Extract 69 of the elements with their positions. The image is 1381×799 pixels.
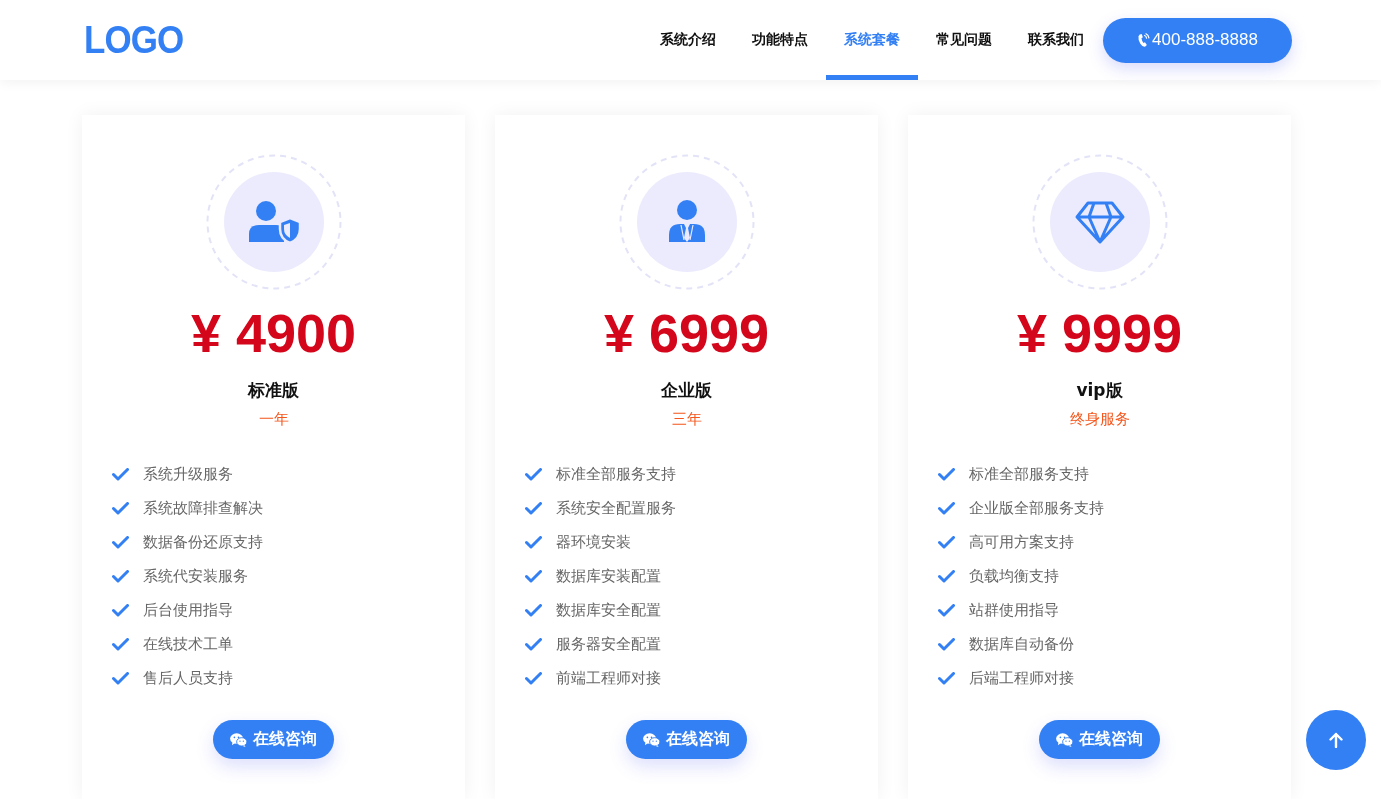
feature-text: 标准全部服务支持 — [556, 464, 676, 484]
feature-text: 站群使用指导 — [969, 600, 1059, 620]
plan-price: ¥ 6999 — [603, 303, 770, 363]
check-icon — [938, 535, 955, 549]
check-icon — [112, 603, 129, 617]
check-icon — [525, 603, 542, 617]
feature-text: 数据备份还原支持 — [143, 532, 263, 552]
nav-link[interactable]: 系统套餐 — [826, 0, 918, 80]
feature-text: 系统代安装服务 — [143, 566, 248, 586]
plan-price: ¥ 9999 — [1016, 303, 1183, 363]
phone-button[interactable]: 400-888-8888 — [1103, 17, 1292, 63]
plan-name: 企业版 — [661, 379, 712, 402]
check-icon — [525, 535, 542, 549]
check-icon — [525, 637, 542, 651]
check-icon — [525, 569, 542, 583]
chat-bubbles-icon — [1056, 732, 1073, 747]
feature-text: 器环境安装 — [556, 532, 631, 552]
check-icon — [938, 569, 955, 583]
plan-period: 一年 — [258, 409, 289, 430]
feature-text: 数据库自动备份 — [969, 634, 1074, 654]
plan-name: 标准版 — [248, 379, 299, 402]
feature-text: 数据库安装配置 — [556, 566, 661, 586]
check-icon — [938, 637, 955, 651]
check-icon — [938, 501, 955, 515]
arrow-up-icon — [1329, 732, 1343, 748]
feature-text: 前端工程师对接 — [556, 668, 661, 688]
check-icon — [525, 671, 542, 685]
check-icon — [525, 467, 542, 481]
plan-period: 终身服务 — [1069, 409, 1130, 430]
logo[interactable]: LOGO — [84, 20, 184, 60]
feature-text: 负载均衡支持 — [969, 566, 1059, 586]
check-icon — [112, 671, 129, 685]
check-icon — [938, 603, 955, 617]
check-icon — [112, 637, 129, 651]
feature-text: 后端工程师对接 — [969, 668, 1074, 688]
chat-bubbles-icon — [230, 732, 247, 747]
consult-button[interactable]: 在线咨询 — [1039, 720, 1160, 759]
feature-text: 系统故障排查解决 — [143, 498, 263, 518]
chat-bubbles-icon — [643, 732, 660, 747]
check-icon — [112, 569, 129, 583]
back-to-top-button[interactable] — [1306, 710, 1366, 770]
nav-link[interactable]: 联系我们 — [1010, 0, 1102, 80]
feature-text: 标准全部服务支持 — [969, 464, 1089, 484]
plan-name: vip版 — [1076, 379, 1123, 402]
feature-text: 在线技术工单 — [143, 634, 233, 654]
plan-price: ¥ 4900 — [190, 303, 357, 363]
check-icon — [938, 467, 955, 481]
nav-link[interactable]: 常见问题 — [918, 0, 1010, 80]
phone-icon — [1137, 32, 1151, 48]
feature-text: 系统安全配置服务 — [556, 498, 676, 518]
plan-period: 三年 — [671, 409, 702, 430]
nav-link[interactable]: 系统介绍 — [642, 0, 734, 80]
check-icon — [525, 501, 542, 515]
check-icon — [112, 535, 129, 549]
consult-button[interactable]: 在线咨询 — [626, 720, 747, 759]
feature-text: 服务器安全配置 — [556, 634, 661, 654]
feature-text: 系统升级服务 — [143, 464, 233, 484]
check-icon — [112, 467, 129, 481]
check-icon — [112, 501, 129, 515]
feature-text: 售后人员支持 — [143, 668, 233, 688]
user-shield-icon — [205, 154, 342, 290]
consult-button[interactable]: 在线咨询 — [213, 720, 334, 759]
feature-text: 高可用方案支持 — [969, 532, 1074, 552]
feature-text: 后台使用指导 — [143, 600, 233, 620]
businessman-icon — [618, 154, 755, 290]
feature-text: 企业版全部服务支持 — [969, 498, 1104, 518]
nav-link[interactable]: 功能特点 — [734, 0, 826, 80]
feature-text: 数据库安全配置 — [556, 600, 661, 620]
check-icon — [938, 671, 955, 685]
